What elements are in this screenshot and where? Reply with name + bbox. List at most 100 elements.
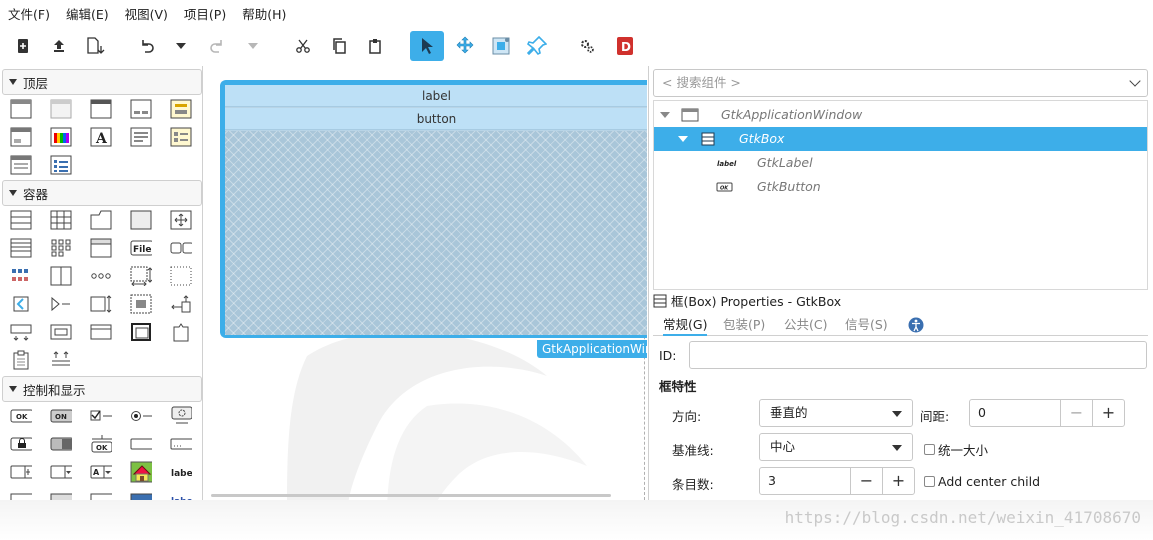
palette-entry[interactable] [130, 434, 152, 454]
box-row-button[interactable]: button [225, 108, 647, 130]
tab-accessibility[interactable] [908, 317, 924, 339]
orientation-combo[interactable]: 垂直的 [759, 399, 913, 427]
palette-assistant[interactable] [10, 155, 32, 175]
undo-history-button[interactable] [166, 31, 196, 61]
palette-paned[interactable] [50, 266, 72, 286]
palette-offscreen-window[interactable] [50, 99, 72, 119]
count-increment-button[interactable]: + [882, 468, 914, 494]
palette-action-bar[interactable] [50, 322, 72, 342]
palette-menu-button[interactable]: OK [90, 434, 112, 454]
preferences-button[interactable] [572, 31, 602, 61]
palette-progress[interactable] [10, 490, 32, 500]
paste-button[interactable] [360, 31, 390, 61]
palette-listbox[interactable] [10, 238, 32, 258]
menu-view[interactable]: 视图(V) [125, 4, 168, 23]
select-tool-button[interactable] [410, 31, 444, 61]
save-button[interactable] [80, 31, 110, 61]
palette-category-controls[interactable]: 控制和显示 [2, 376, 202, 402]
baseline-combo[interactable]: 中心 [759, 433, 913, 461]
component-search-input[interactable]: < 搜索组件 > [653, 69, 1148, 97]
palette-category-containers[interactable]: 容器 [2, 180, 202, 206]
palette-level-bar[interactable] [50, 490, 72, 500]
tree-row[interactable]: GtkApplicationWindow [654, 103, 1147, 127]
box-row-label[interactable]: label [225, 85, 647, 107]
palette-alignment[interactable] [130, 322, 152, 342]
palette-label[interactable]: label [170, 462, 192, 482]
palette-accel-label[interactable] [90, 490, 112, 500]
app-window-preview[interactable]: label button [220, 80, 647, 338]
tab-general[interactable]: 常规(G) [663, 314, 708, 336]
palette-recent-chooser[interactable] [170, 127, 192, 147]
palette-viewport[interactable] [170, 266, 192, 286]
palette-combo-entry[interactable]: A [90, 462, 112, 482]
align-edit-button[interactable] [522, 31, 552, 61]
menu-project[interactable]: 项目(P) [184, 4, 226, 23]
palette-radio-button[interactable] [130, 406, 152, 426]
devhelp-button[interactable]: D [610, 31, 640, 61]
palette-revealer[interactable] [10, 294, 32, 314]
center-child-checkbox[interactable]: Add center child [924, 474, 1040, 489]
tree-row[interactable]: label GtkLabel [654, 151, 1147, 175]
new-file-button[interactable] [8, 31, 38, 61]
palette-toolbar[interactable] [10, 266, 32, 286]
horizontal-scrollbar[interactable] [211, 494, 611, 497]
palette-stack-sidebar[interactable] [10, 350, 32, 370]
count-decrement-button[interactable]: − [850, 468, 882, 494]
margin-edit-button[interactable] [486, 31, 516, 61]
undo-button[interactable] [132, 31, 162, 61]
palette-search-entry[interactable] [170, 434, 192, 454]
palette-expander[interactable] [50, 294, 72, 314]
tab-packing[interactable]: 包装(P) [723, 314, 765, 336]
drag-resize-button[interactable] [450, 31, 480, 61]
redo-button[interactable] [202, 31, 232, 61]
palette-link-label[interactable]: label [170, 490, 192, 500]
open-file-button[interactable] [44, 31, 74, 61]
id-input[interactable] [689, 341, 1147, 369]
palette-scrolled-window[interactable] [130, 266, 152, 286]
palette-grid[interactable] [50, 210, 72, 230]
tree-expander-icon[interactable] [678, 136, 688, 142]
chevron-down-icon[interactable] [1129, 75, 1141, 87]
copy-button[interactable] [324, 31, 354, 61]
palette-font-chooser[interactable]: A [90, 127, 112, 147]
palette-toolbar-items[interactable] [90, 266, 112, 286]
cut-button[interactable] [288, 31, 318, 61]
design-canvas[interactable]: label button GtkApplicationWindow [207, 66, 647, 500]
box-empty-slot[interactable] [225, 131, 647, 335]
palette-stack-switcher[interactable] [50, 350, 72, 370]
palette-category-toplevel[interactable]: 顶层 [2, 69, 202, 95]
spacing-increment-button[interactable]: + [1092, 400, 1124, 426]
palette-dialog[interactable] [130, 99, 152, 119]
menu-help[interactable]: 帮助(H) [242, 4, 286, 23]
tree-row-selected[interactable]: GtkBox [654, 127, 1147, 151]
palette-switch[interactable] [50, 434, 72, 454]
palette-spin-button[interactable] [10, 462, 32, 482]
palette-calendar[interactable] [130, 490, 152, 500]
palette-box[interactable] [10, 210, 32, 230]
tree-row[interactable]: OK GtkButton [654, 175, 1147, 199]
palette-fixed[interactable] [170, 210, 192, 230]
palette-window[interactable] [10, 99, 32, 119]
palette-flowbox[interactable] [50, 238, 72, 258]
palette-combo-box[interactable] [50, 462, 72, 482]
palette-aspect-frame[interactable] [170, 294, 192, 314]
palette-spinner[interactable] [170, 406, 192, 426]
palette-popover[interactable] [170, 322, 192, 342]
palette-about-dialog[interactable] [10, 127, 32, 147]
palette-file-chooser[interactable] [130, 127, 152, 147]
palette-toggle-button[interactable]: ON [50, 406, 72, 426]
palette-button[interactable]: OK [10, 406, 32, 426]
menu-edit[interactable]: 编辑(E) [66, 4, 109, 23]
palette-check-button[interactable] [90, 406, 112, 426]
tree-expander-icon[interactable] [660, 112, 670, 118]
spacing-decrement-button[interactable]: − [1060, 400, 1092, 426]
palette-event-box[interactable] [130, 294, 152, 314]
tab-common[interactable]: 公共(C) [784, 314, 827, 336]
palette-color-chooser[interactable] [50, 127, 72, 147]
palette-app-window[interactable] [90, 99, 112, 119]
redo-history-button[interactable] [238, 31, 268, 61]
count-spin[interactable]: 3 − + [759, 467, 915, 495]
palette-stack[interactable] [90, 238, 112, 258]
palette-header-bar[interactable] [10, 322, 32, 342]
palette-filechooser-button[interactable]: File [130, 238, 152, 258]
